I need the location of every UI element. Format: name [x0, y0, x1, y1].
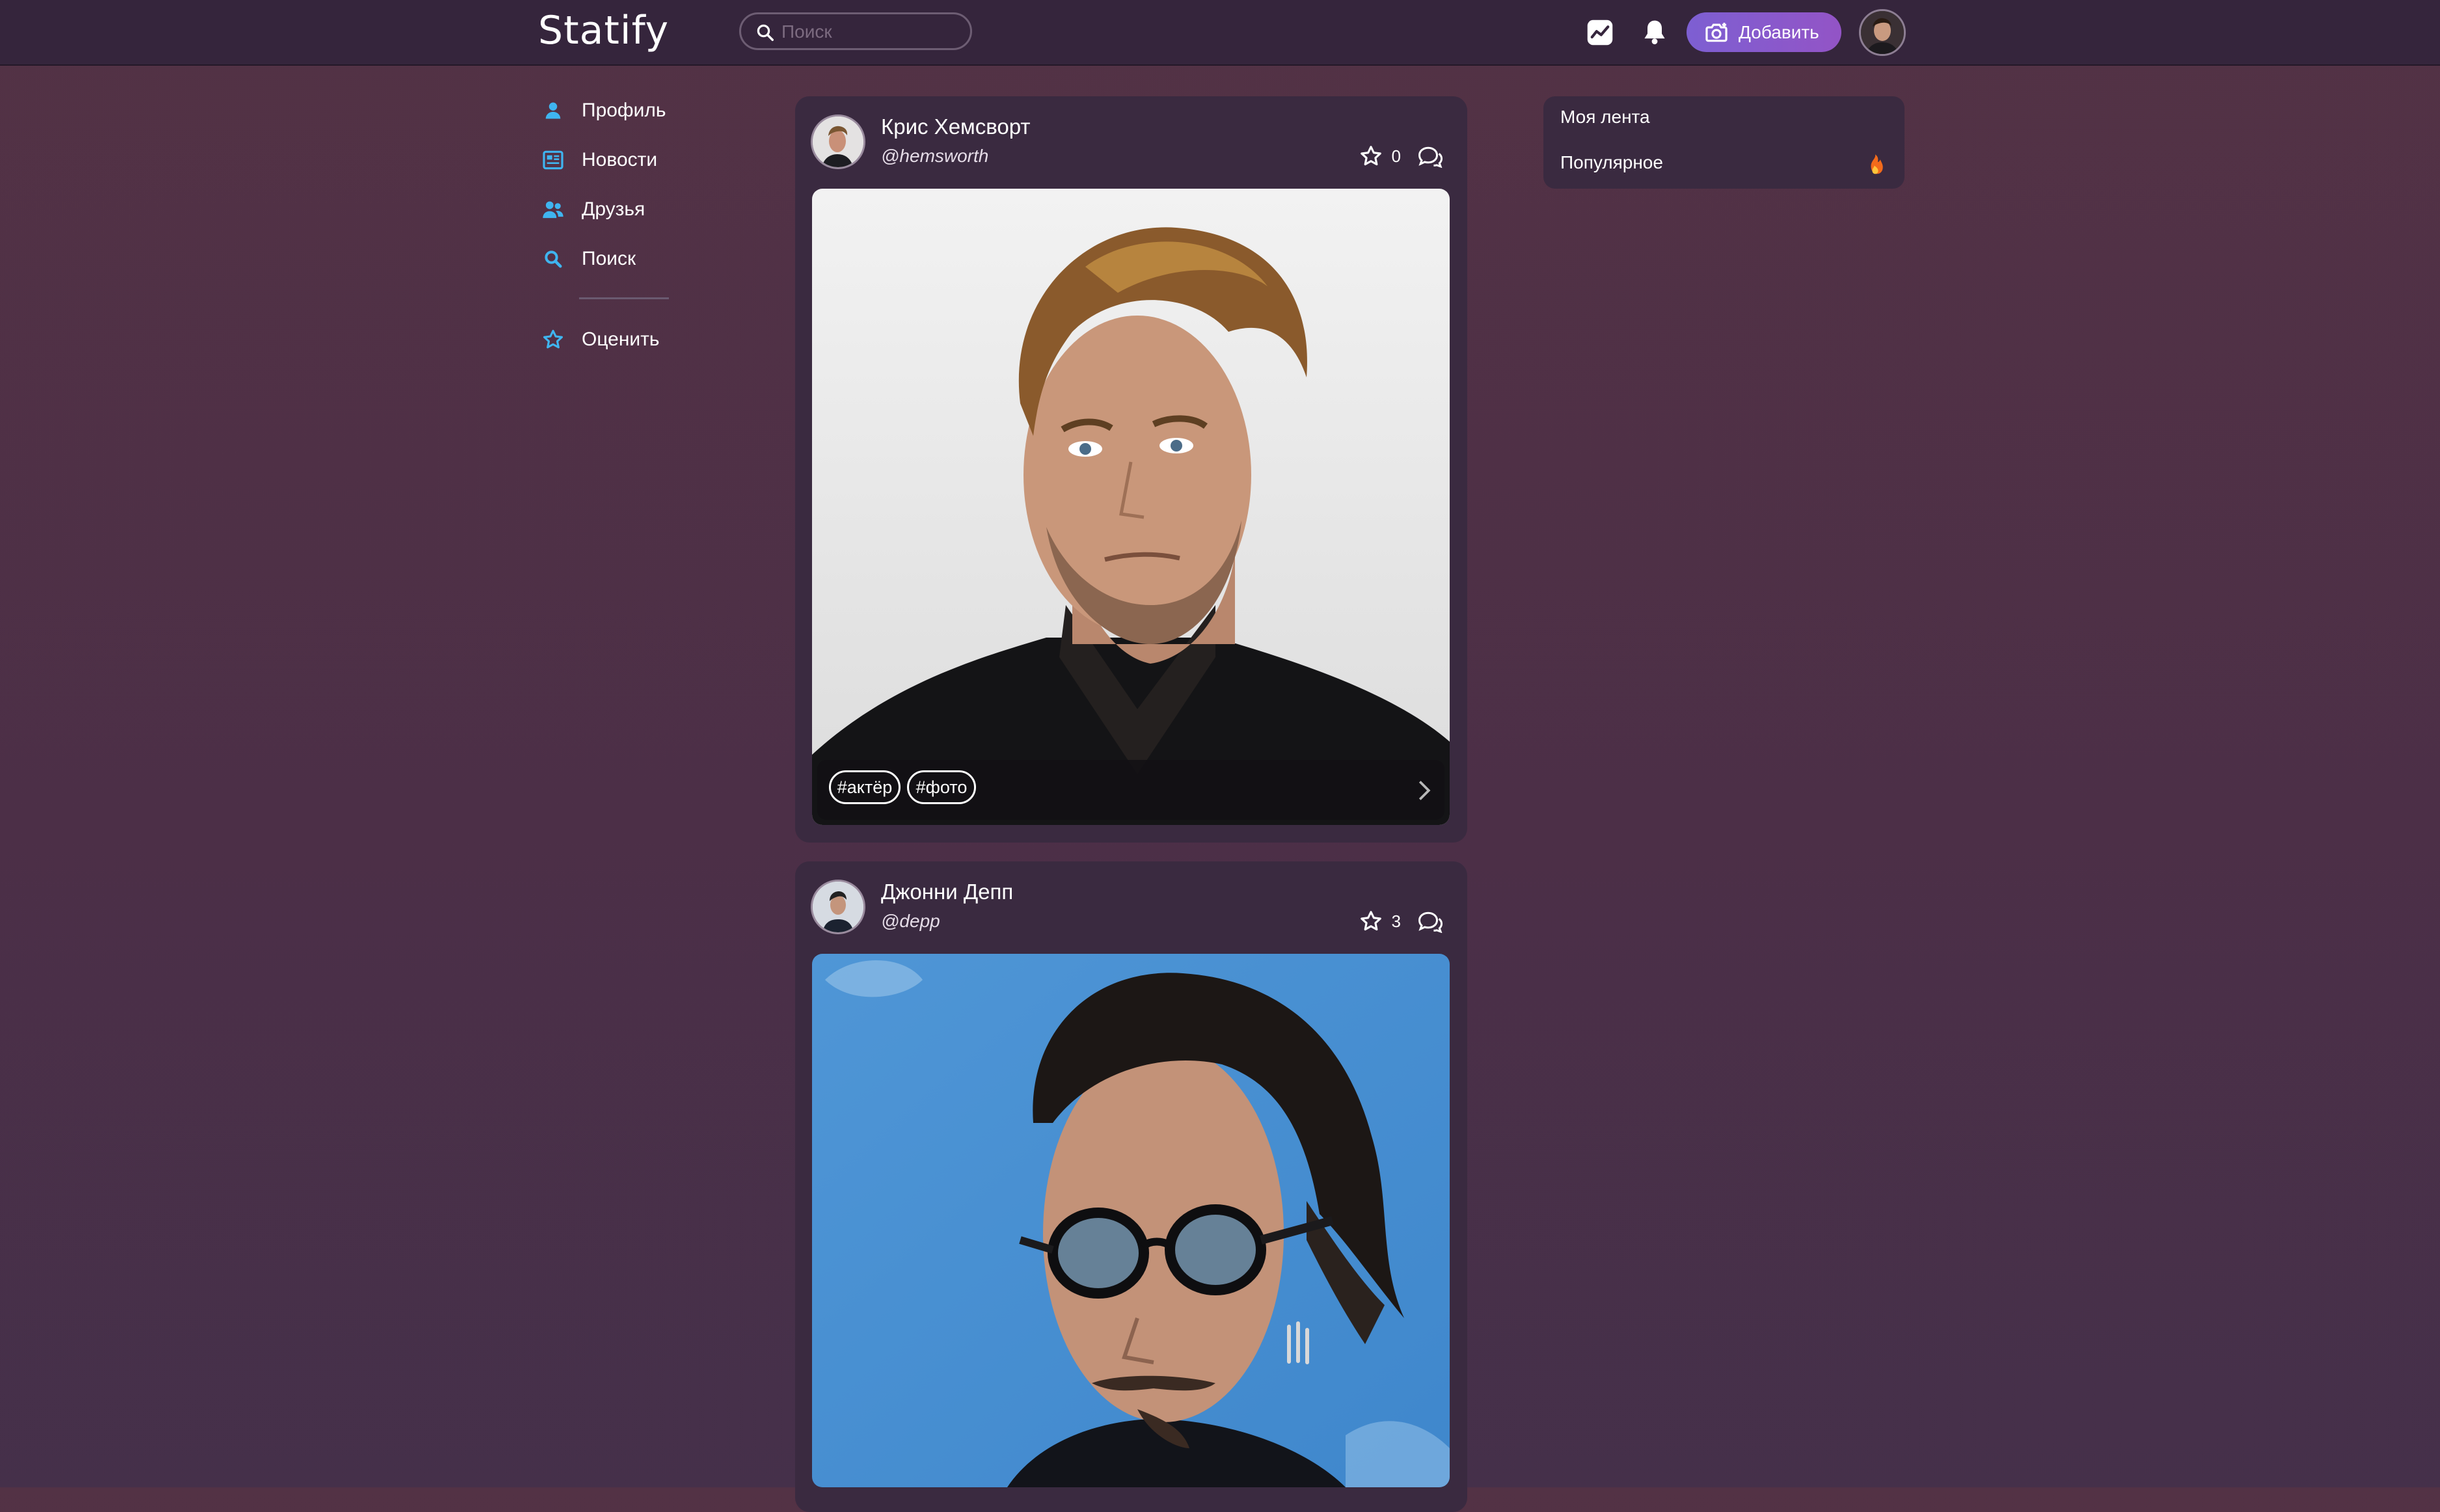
- user-avatar[interactable]: [1859, 9, 1906, 56]
- post-card: Крис Хемсворт @hemsworth 0 #актёр #фото: [795, 96, 1467, 843]
- tag-chip[interactable]: #фото: [907, 770, 976, 804]
- add-button-label: Добавить: [1739, 21, 1819, 42]
- camera-icon: [1705, 22, 1728, 42]
- sidebar-item-label: Поиск: [582, 248, 636, 269]
- post-photo[interactable]: #актёр #фото: [812, 189, 1450, 825]
- comments-icon[interactable]: [1417, 910, 1444, 933]
- post-photo[interactable]: [812, 954, 1450, 1487]
- feed-panel: Моя лента Популярное: [1543, 96, 1905, 189]
- post-actions: 0: [1359, 144, 1444, 168]
- post-card: Джонни Депп @depp 3: [795, 861, 1467, 1512]
- friends-icon: [540, 196, 566, 223]
- sidebar-item-rate[interactable]: Оценить: [540, 320, 683, 359]
- search-icon: [757, 24, 774, 41]
- sidebar-item-news[interactable]: Новости: [540, 141, 683, 180]
- feed-item-popular[interactable]: Популярное: [1560, 152, 1663, 173]
- star-icon: [540, 327, 566, 353]
- post-actions: 3: [1359, 910, 1444, 933]
- add-button[interactable]: Добавить: [1687, 12, 1841, 52]
- star-icon[interactable]: [1359, 910, 1383, 933]
- search-icon: [540, 246, 566, 272]
- like-count: 0: [1391, 146, 1401, 166]
- sidebar-divider: [579, 297, 669, 299]
- sidebar-item-label: Новости: [582, 149, 658, 170]
- post-author-handle[interactable]: @depp: [881, 911, 940, 932]
- post-author-name[interactable]: Крис Хемсворт: [881, 115, 1031, 139]
- sidebar-item-profile[interactable]: Профиль: [540, 91, 683, 130]
- sidebar-item-label: Оценить: [582, 329, 660, 350]
- search-box[interactable]: [739, 12, 972, 50]
- comments-icon[interactable]: [1417, 144, 1444, 168]
- feed-item-my-feed[interactable]: Моя лента: [1560, 107, 1650, 128]
- bell-icon[interactable]: [1640, 17, 1669, 50]
- newspaper-icon: [540, 147, 566, 173]
- top-bar: Statify Добавить: [0, 0, 2440, 66]
- sidebar-item-label: Профиль: [582, 100, 666, 121]
- post-author-avatar[interactable]: [811, 880, 865, 934]
- app-logo[interactable]: Statify: [538, 8, 669, 53]
- stats-icon[interactable]: [1586, 19, 1614, 49]
- sidebar-item-search[interactable]: Поиск: [540, 239, 683, 278]
- chevron-right-icon[interactable]: [1417, 779, 1431, 802]
- sidebar-item-friends[interactable]: Друзья: [540, 190, 683, 229]
- tag-chip[interactable]: #актёр: [829, 770, 901, 804]
- user-icon: [540, 98, 566, 124]
- like-count: 3: [1391, 911, 1401, 931]
- fire-icon: [1871, 154, 1883, 174]
- sidebar-item-label: Друзья: [582, 198, 645, 220]
- post-author-name[interactable]: Джонни Депп: [881, 880, 1013, 904]
- post-author-handle[interactable]: @hemsworth: [881, 146, 988, 167]
- post-author-avatar[interactable]: [811, 115, 865, 169]
- star-icon[interactable]: [1359, 144, 1383, 168]
- post-tags-bar: #актёр #фото: [817, 760, 1444, 820]
- search-input[interactable]: [780, 18, 965, 46]
